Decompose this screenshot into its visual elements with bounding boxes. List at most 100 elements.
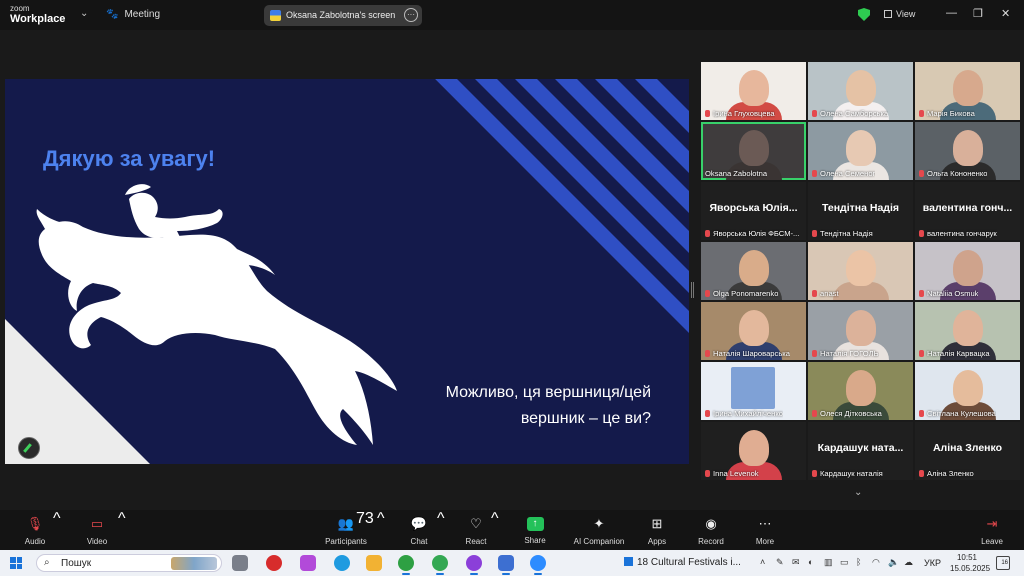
participant-tile[interactable]: Ірина Михайліченко — [701, 362, 806, 420]
apps-button[interactable]: ⊞ Apps — [642, 510, 672, 550]
participant-tile[interactable]: Олеся Дітковська — [808, 362, 913, 420]
document-icon — [624, 557, 633, 566]
search-icon: ⌕ — [44, 557, 50, 568]
close-icon[interactable]: ✕ — [1001, 7, 1010, 20]
chrome-profile-icon[interactable] — [432, 555, 448, 575]
chat-options-caret[interactable]: ^ — [437, 510, 445, 550]
pen-icon[interactable]: ✎ — [776, 557, 784, 568]
app-icon[interactable]: ◐ — [808, 557, 813, 567]
audio-button[interactable]: 🎙 Audio — [20, 510, 50, 550]
video-options-caret[interactable]: ^ — [118, 510, 126, 550]
cloud-icon[interactable]: ☁ — [904, 557, 913, 568]
participant-name-text: Наталія ГОГОЛЬ — [820, 349, 879, 358]
edge-icon[interactable] — [334, 555, 350, 571]
participant-name-text: Nataliia Osmuk — [927, 289, 979, 298]
task-view-icon[interactable] — [232, 555, 248, 571]
audio-options-caret[interactable]: ^ — [53, 510, 61, 550]
participant-name: Олеся Дітковська — [812, 409, 882, 418]
more-label: More — [755, 537, 775, 546]
chat-button[interactable]: 💬 Chat — [404, 510, 434, 550]
video-button[interactable]: ▭ Video — [82, 510, 112, 550]
mic-muted-icon — [812, 110, 817, 117]
participant-tile[interactable]: Аліна Зленко Аліна Зленко — [915, 422, 1020, 480]
participant-screen-thumbnail — [731, 367, 775, 409]
participant-tile[interactable]: Nataliia Osmuk — [915, 242, 1020, 300]
opera-icon[interactable] — [266, 555, 282, 571]
participant-tile[interactable]: Олена Самборська — [808, 62, 913, 120]
battery-icon[interactable]: ▭ — [840, 557, 849, 568]
participant-tile[interactable]: Ірина Глуховцева — [701, 62, 806, 120]
participant-tile[interactable]: Olga Ponomarenko — [701, 242, 806, 300]
bluetooth-icon[interactable]: ᛒ — [856, 557, 861, 567]
chrome-icon[interactable] — [398, 555, 414, 575]
react-button[interactable]: ♡ React — [461, 510, 491, 550]
participant-tile[interactable]: Наталія Шароварська — [701, 302, 806, 360]
chevron-down-icon[interactable]: ⌄ — [854, 487, 862, 498]
participant-tile[interactable]: Oksana Zabolotna — [701, 122, 806, 180]
volume-muted-icon[interactable]: 🔈 — [888, 557, 899, 568]
chart-icon[interactable]: ▥ — [824, 557, 833, 568]
resize-handle[interactable] — [691, 282, 694, 298]
participant-tile[interactable]: Inna Levenok — [701, 422, 806, 480]
participant-tile[interactable]: Світлана Кулешова — [915, 362, 1020, 420]
more-button[interactable]: ⋯ More — [750, 510, 780, 550]
participant-video-face — [738, 250, 769, 286]
share-button[interactable]: ↑ Share — [520, 510, 550, 550]
react-options-caret[interactable]: ^ — [491, 510, 499, 550]
participant-tile[interactable]: валентина гонч... валентина гончарук — [915, 182, 1020, 240]
shield-icon[interactable] — [858, 8, 870, 21]
view-button[interactable]: View — [884, 9, 915, 19]
participants-options-caret[interactable]: ^ — [377, 510, 385, 550]
participant-name-large: Кардашук ната... — [817, 442, 904, 454]
mail-icon[interactable]: ✉ — [792, 557, 800, 568]
windows-start-icon[interactable] — [10, 557, 22, 569]
ai-companion-button[interactable]: ✦ AI Companion — [570, 510, 628, 550]
annotate-pencil-icon[interactable] — [18, 437, 40, 459]
paint-icon[interactable] — [498, 555, 514, 575]
view-label: View — [896, 9, 916, 19]
file-explorer-icon[interactable] — [366, 555, 382, 571]
tray-chevron-icon[interactable]: ˄ — [760, 557, 765, 567]
slide-title: Дякую за увагу! — [43, 146, 216, 171]
mic-muted-icon — [812, 350, 817, 357]
slide-line-1: Можливо, ця вершниця/цей — [445, 384, 651, 401]
audio-label: Audio — [24, 537, 46, 546]
participant-tile[interactable]: Ольга Кононенко — [915, 122, 1020, 180]
notification-icon[interactable]: 16 — [996, 556, 1010, 570]
zoom-app-icon[interactable] — [530, 555, 546, 575]
apps-icon: ⊞ — [651, 516, 663, 531]
participant-tile[interactable]: Марія Бикова — [915, 62, 1020, 120]
leave-button[interactable]: ⇥ Leave — [976, 510, 1008, 550]
camera-off-icon: ▭ — [90, 516, 104, 531]
taskbar-window-item[interactable]: 18 Cultural Festivals i... — [624, 557, 741, 568]
meeting-label[interactable]: 🐾 Meeting — [106, 9, 160, 20]
viber-icon[interactable] — [466, 555, 482, 575]
shared-screen-pill[interactable]: Oksana Zabolotna's screen ··· — [264, 5, 422, 26]
wifi-icon[interactable]: ◠ — [872, 557, 880, 568]
participant-tile[interactable]: Наталія Карвацка — [915, 302, 1020, 360]
maximize-icon[interactable]: ❐ — [973, 7, 983, 20]
minimize-icon[interactable]: — — [946, 7, 957, 19]
chevron-down-icon[interactable]: ⌄ — [80, 8, 88, 19]
copilot-icon[interactable] — [300, 555, 316, 571]
participant-tile[interactable]: anast — [808, 242, 913, 300]
mic-muted-icon — [919, 170, 924, 177]
participant-tile[interactable]: Наталія ГОГОЛЬ — [808, 302, 913, 360]
record-button[interactable]: ◉ Record — [694, 510, 728, 550]
participant-tile[interactable]: Кардашук ната... Кардашук наталія — [808, 422, 913, 480]
participant-name-text: Ольга Кононенко — [927, 169, 988, 178]
participant-tile[interactable]: Яворська Юлія... Яворська Юлія ФБСМ-... — [701, 182, 806, 240]
participant-tile[interactable]: Тендітна Надія Тендітна Надія — [808, 182, 913, 240]
language-indicator[interactable]: УКР — [924, 558, 941, 568]
more-options-icon[interactable]: ··· — [404, 8, 418, 22]
participant-name: anast — [812, 289, 839, 298]
taskbar-clock[interactable]: 10:51 15.05.2025 — [950, 552, 990, 574]
participant-video-face — [738, 430, 769, 466]
chat-icon: 💬 — [410, 516, 428, 531]
participant-name: валентина гончарук — [919, 229, 997, 238]
participant-tile[interactable]: Олена Семеног — [808, 122, 913, 180]
shared-slide: Дякую за увагу! Можливо, ця вершниця/цей… — [5, 79, 689, 464]
participant-video-face — [738, 130, 769, 166]
participant-video-face — [952, 250, 983, 286]
taskbar-search[interactable]: ⌕ Пошук — [36, 554, 222, 572]
